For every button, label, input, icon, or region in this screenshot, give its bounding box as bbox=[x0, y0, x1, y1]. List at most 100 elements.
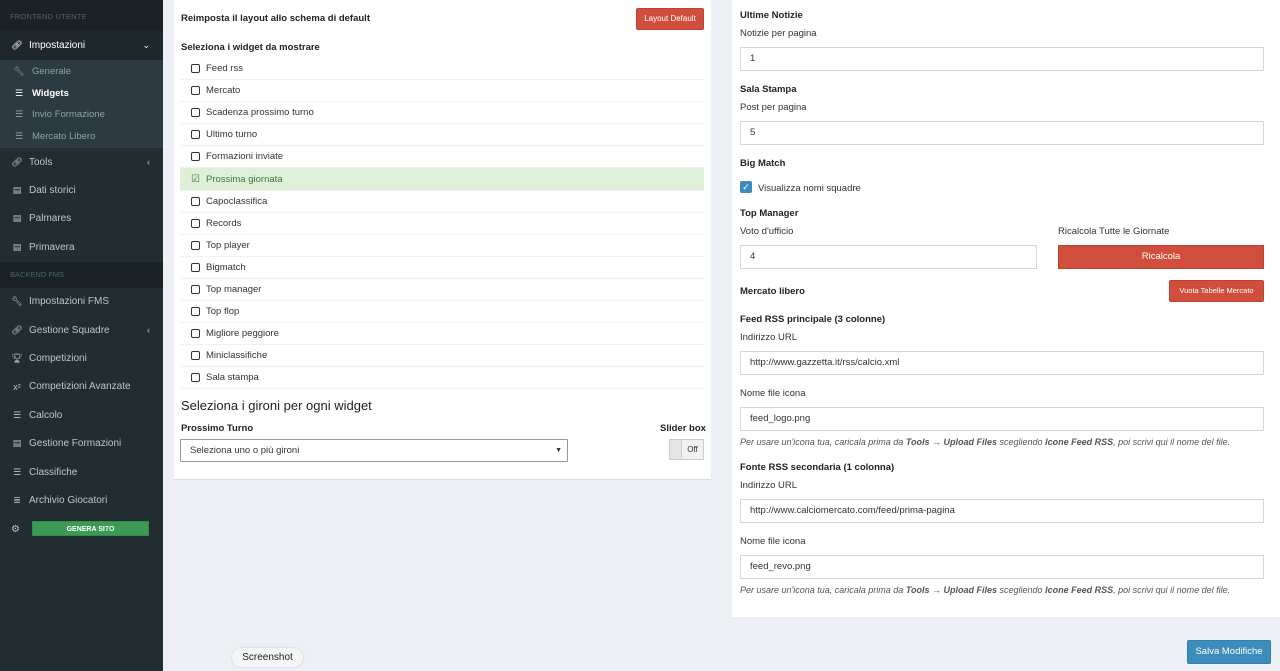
table-icon: ▤ bbox=[12, 438, 22, 449]
widget-item[interactable]: Miniclassifiche bbox=[180, 345, 704, 368]
sidebar-item-gestione-squadre[interactable]: 🔗︎ Gestione Squadre ‹ bbox=[0, 316, 163, 344]
submenu-item-widgets[interactable]: ☰ Widgets bbox=[0, 83, 163, 105]
feed1-url-label: Indirizzo URL bbox=[740, 332, 798, 343]
big-match-title: Big Match bbox=[740, 158, 786, 169]
checkbox-icon[interactable] bbox=[191, 351, 200, 361]
widget-item[interactable]: Capoclassifica bbox=[180, 191, 704, 213]
post-per-pagina-label: Post per pagina bbox=[740, 102, 807, 113]
widget-item[interactable]: Records bbox=[180, 213, 704, 235]
widget-item-label: Formazioni inviate bbox=[206, 151, 284, 163]
sidebar-item-gestione-formazioni[interactable]: ▤ Gestione Formazioni bbox=[0, 430, 163, 458]
widget-item[interactable]: Bigmatch bbox=[180, 257, 704, 279]
notizie-per-pagina-input[interactable]: 1 bbox=[740, 47, 1264, 71]
widget-item-label: Top manager bbox=[206, 283, 262, 295]
checkbox-icon[interactable] bbox=[191, 284, 200, 294]
help-text-part: Per usare un'icona tua, caricala prima d… bbox=[740, 437, 906, 447]
sidebar-item-impostazioni[interactable]: 🔗︎ Impostazioni ⌄ bbox=[0, 31, 163, 60]
submenu-item-mercato-libero[interactable]: ☰ Mercato Libero bbox=[0, 126, 163, 148]
toggle-knob bbox=[670, 440, 682, 459]
widget-item[interactable]: Feed rss bbox=[180, 58, 704, 81]
database-icon: ≣ bbox=[13, 494, 21, 505]
widget-item[interactable]: Migliore peggiore bbox=[180, 323, 704, 346]
checkbox-icon[interactable] bbox=[191, 240, 200, 250]
submenu-item-generale[interactable]: 🔧︎ Generale bbox=[0, 61, 163, 83]
sidebar-item-tools[interactable]: 🔗︎ Tools ‹ bbox=[0, 148, 163, 176]
widget-item[interactable]: Top manager bbox=[180, 279, 704, 302]
ricalcola-button[interactable]: Ricalcola bbox=[1058, 245, 1264, 269]
sidebar-item-calcolo[interactable]: ☰ Calcolo bbox=[0, 401, 163, 429]
help-text-tools: Tools bbox=[905, 585, 930, 595]
widget-item-label: Top player bbox=[206, 239, 250, 251]
genera-row: ⚙ GENERA SITO bbox=[0, 515, 163, 545]
widget-item[interactable]: Mercato bbox=[180, 80, 704, 103]
submenu-label: Widgets bbox=[32, 87, 69, 99]
widget-item[interactable]: ☑ Prossima giornata bbox=[180, 168, 704, 191]
checkbox-icon[interactable] bbox=[191, 86, 200, 96]
table-icon: ▤ bbox=[12, 185, 22, 196]
slider-box-toggle[interactable]: Off bbox=[669, 439, 704, 460]
widget-item[interactable]: Sala stampa bbox=[180, 367, 704, 390]
voto-ufficio-input[interactable]: 4 bbox=[740, 245, 1037, 269]
checkbox-icon[interactable] bbox=[191, 64, 200, 74]
checkbox-icon[interactable] bbox=[191, 196, 200, 206]
help-text-part: , poi scrivi qui il nome del file. bbox=[1113, 437, 1231, 447]
checkbox-checked-icon[interactable]: ☑ bbox=[191, 174, 200, 185]
sidebar-item-dati-storici[interactable]: ▤ Dati storici bbox=[0, 176, 163, 204]
visualizza-nomi-checkbox[interactable]: ✓ bbox=[740, 181, 752, 193]
gironi-select[interactable]: Seleziona uno o più gironi ▼ bbox=[180, 439, 568, 462]
feed1-icon-label: Nome file icona bbox=[740, 388, 806, 399]
checkbox-icon[interactable] bbox=[191, 307, 200, 317]
widget-item[interactable]: Formazioni inviate bbox=[180, 146, 704, 169]
sidebar-item-label: Impostazioni bbox=[29, 40, 86, 51]
widget-item[interactable]: Top player bbox=[180, 235, 704, 257]
checkbox-icon[interactable] bbox=[191, 130, 200, 140]
sidebar-item-label: Calcolo bbox=[29, 409, 63, 421]
list-icon: ☰ bbox=[14, 87, 24, 98]
post-per-pagina-input[interactable]: 5 bbox=[740, 121, 1264, 145]
sidebar-item-competizioni[interactable]: 🏆︎ Competizioni bbox=[0, 344, 163, 372]
vuota-tabelle-button[interactable]: Vuota Tabelle Mercato bbox=[1169, 280, 1264, 302]
chevron-left-icon: ‹ bbox=[147, 325, 150, 336]
gironi-section-title: Seleziona i gironi per ogni widget bbox=[181, 398, 372, 413]
table-icon: ▤ bbox=[12, 213, 22, 224]
checkbox-icon[interactable] bbox=[191, 329, 200, 339]
submenu-item-invio-formazione[interactable]: ☰ Invio Formazione bbox=[0, 104, 163, 126]
sidebar-item-palmares[interactable]: ▤ Palmares bbox=[0, 205, 163, 233]
checkbox-icon[interactable] bbox=[191, 152, 200, 162]
feed2-icon-input[interactable]: feed_revo.png bbox=[740, 555, 1264, 579]
widget-item[interactable]: Scadenza prossimo turno bbox=[180, 102, 704, 125]
select-widgets-label: Seleziona i widget da mostrare bbox=[181, 42, 320, 53]
genera-sito-button[interactable]: GENERA SITO bbox=[32, 520, 149, 536]
sidebar-item-competizioni-avanzate[interactable]: x² Competizioni Avanzate bbox=[0, 373, 163, 401]
list-icon: ☰ bbox=[14, 130, 24, 141]
feed1-icon-input[interactable]: feed_logo.png bbox=[740, 407, 1264, 431]
sidebar-item-primavera[interactable]: ▤ Primavera bbox=[0, 233, 163, 261]
prossimo-turno-label: Prossimo Turno bbox=[181, 423, 254, 434]
widget-item[interactable]: Ultimo turno bbox=[180, 124, 704, 147]
help-text-upload: Upload Files bbox=[943, 437, 998, 447]
sidebar-item-classifiche[interactable]: ☰ Classifiche bbox=[0, 458, 163, 486]
fonte-secondaria-title: Fonte RSS secondaria (1 colonna) bbox=[740, 462, 895, 473]
salva-modifiche-button[interactable]: Salva Modifiche bbox=[1187, 640, 1271, 664]
checkbox-icon[interactable] bbox=[191, 108, 200, 118]
layout-default-button[interactable]: Layout Default bbox=[636, 8, 704, 30]
help-text-upload: Upload Files bbox=[943, 585, 998, 595]
widget-item-label: Feed rss bbox=[206, 63, 243, 75]
sidebar-item-archivio-giocatori[interactable]: ≣ Archivio Giocatori bbox=[0, 486, 163, 514]
list-icon: ☰ bbox=[12, 409, 22, 420]
gironi-select-placeholder: Seleziona uno o più gironi bbox=[190, 445, 300, 456]
checkbox-icon[interactable] bbox=[191, 218, 200, 228]
mercato-libero-title: Mercato libero bbox=[740, 286, 805, 297]
feed1-url-input[interactable]: http://www.gazzetta.it/rss/calcio.xml bbox=[740, 351, 1264, 375]
help-text-arrow: → bbox=[929, 437, 944, 447]
checkbox-icon[interactable] bbox=[191, 373, 200, 383]
checkbox-icon[interactable] bbox=[191, 262, 200, 272]
sidebar-item-impostazioni-fms[interactable]: 🔧︎ Impostazioni FMS bbox=[0, 288, 163, 316]
screenshot-chip[interactable]: Screenshot bbox=[232, 648, 303, 667]
slider-box-label: Slider box bbox=[660, 423, 706, 434]
help-text-icone: Icone Feed RSS bbox=[1045, 585, 1114, 595]
feed2-url-input[interactable]: http://www.calciomercato.com/feed/prima-… bbox=[740, 499, 1264, 523]
widget-item-label: Top flop bbox=[206, 306, 240, 318]
widget-item-label: Capoclassifica bbox=[206, 195, 268, 207]
widget-item[interactable]: Top flop bbox=[180, 301, 704, 324]
